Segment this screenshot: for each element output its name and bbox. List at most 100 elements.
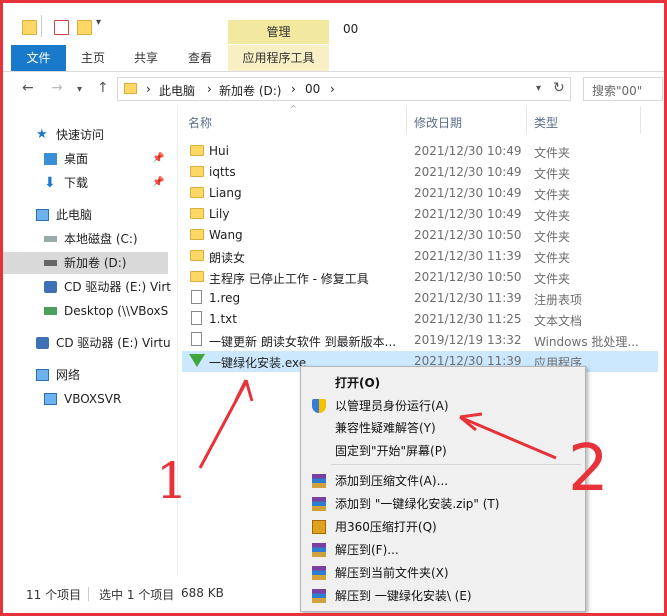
column-divider[interactable] — [640, 106, 641, 134]
sidebar-item-label: 桌面 — [64, 152, 89, 166]
breadcrumb-folder-00[interactable]: 00 — [305, 82, 320, 96]
pin-icon[interactable]: 📌 — [152, 172, 164, 194]
sidebar-item-this-pc[interactable]: 此电脑 — [12, 204, 180, 226]
file-name: 朗读女 — [209, 251, 246, 265]
winrar-icon — [312, 543, 326, 557]
file-name: Lily — [209, 207, 230, 221]
context-menu-item[interactable]: 固定到"开始"屏幕(P) — [301, 440, 585, 462]
sidebar-item-vboxsvr[interactable]: VBOXSVR — [12, 388, 180, 410]
up-icon[interactable]: ↑ — [97, 80, 109, 96]
sidebar-item-cd-drive-2[interactable]: CD 驱动器 (E:) Virtu — [12, 332, 180, 354]
tab-share[interactable]: 共享 — [126, 45, 166, 71]
refresh-icon[interactable]: ↻ — [553, 80, 565, 96]
context-menu-item[interactable]: 解压到(F)... — [301, 539, 585, 561]
properties-icon[interactable] — [54, 20, 69, 35]
sidebar-item-cd-drive[interactable]: CD 驱动器 (E:) Virt — [12, 276, 180, 298]
context-menu-item[interactable]: 添加到 "一键绿化安装.zip" (T) — [301, 493, 585, 515]
file-row[interactable]: 一键更新 朗读女软件 到最新版本... 2019/12/19 13:32 Windo… — [182, 330, 658, 351]
pin-icon[interactable]: 📌 — [152, 148, 164, 170]
folder-icon — [190, 166, 204, 177]
tab-manage[interactable]: 管理 — [228, 20, 329, 44]
folder-icon — [190, 271, 204, 282]
winrar-icon — [312, 589, 326, 603]
context-menu-item[interactable]: 兼容性疑难解答(Y) — [301, 417, 585, 439]
back-icon[interactable]: ← — [22, 80, 34, 96]
file-row[interactable]: 朗读女 2021/12/30 11:39 文件夹 — [182, 246, 658, 267]
sidebar-item-downloads[interactable]: ⬇ 下载 📌 — [12, 172, 180, 194]
sidebar-item-drive-d[interactable]: 新加卷 (D:) — [0, 252, 168, 274]
search-input[interactable]: 搜索"00" — [583, 77, 663, 101]
file-row[interactable]: 主程序 已停止工作 - 修复工具 2021/12/30 10:50 文件夹 — [182, 267, 658, 288]
sidebar-item-label: 下载 — [64, 176, 89, 190]
breadcrumb-separator: › — [146, 82, 151, 96]
file-row[interactable]: Wang 2021/12/30 10:50 文件夹 — [182, 225, 658, 246]
context-menu-item[interactable]: 用360压缩打开(Q) — [301, 516, 585, 538]
drive-icon — [44, 236, 57, 242]
file-row[interactable]: Hui 2021/12/30 10:49 文件夹 — [182, 141, 658, 162]
context-menu-item[interactable]: 添加到压缩文件(A)... — [301, 470, 585, 492]
chevron-down-icon[interactable]: ▾ — [96, 17, 101, 28]
tab-file[interactable]: 文件 — [11, 45, 66, 71]
column-header-date[interactable]: 修改日期 — [414, 114, 462, 131]
context-menu-item[interactable]: 打开(O) — [301, 372, 585, 394]
context-menu-item[interactable]: 解压到当前文件夹(X) — [301, 562, 585, 584]
network-drive-icon — [44, 307, 57, 315]
file-date: 2021/12/30 10:50 — [414, 228, 522, 242]
file-date: 2021/12/30 10:49 — [414, 165, 522, 179]
sort-up-icon: ^ — [290, 104, 297, 113]
file-type: Windows 批处理... — [534, 335, 639, 349]
sidebar-item-label: 此电脑 — [56, 208, 93, 222]
sidebar-item-desktop[interactable]: 桌面 📌 — [12, 148, 180, 170]
window-title: 00 — [343, 22, 359, 36]
folder-icon — [22, 20, 37, 35]
sidebar-item-label: Desktop (\\VBoxS — [64, 304, 169, 318]
sidebar-item-quick-access[interactable]: ★ 快速访问 — [12, 124, 180, 146]
reg-file-icon — [191, 290, 202, 304]
chevron-down-icon[interactable]: ▾ — [536, 83, 541, 94]
address-bar[interactable]: › 此电脑 › 新加卷 (D:) › 00 › ▾ ↻ — [117, 77, 571, 101]
file-row[interactable]: iqtts 2021/12/30 10:49 文件夹 — [182, 162, 658, 183]
context-menu-label: 固定到"开始"屏幕(P) — [335, 444, 447, 458]
tab-home[interactable]: 主页 — [73, 45, 113, 71]
file-row[interactable]: 1.reg 2021/12/30 11:39 注册表项 — [182, 288, 658, 309]
file-type: 文件夹 — [534, 272, 571, 286]
computer-icon — [44, 393, 57, 405]
file-type: 文件夹 — [534, 167, 571, 181]
context-menu: 打开(O) 以管理员身份运行(A) 兼容性疑难解答(Y) 固定到"开始"屏幕(P) 添加… — [300, 366, 586, 612]
chevron-down-icon[interactable]: ▾ — [77, 84, 82, 95]
tab-view[interactable]: 查看 — [180, 45, 220, 71]
sidebar-item-label: 新加卷 (D:) — [64, 256, 127, 270]
column-header-name[interactable]: 名称 — [188, 114, 212, 131]
file-row[interactable]: 1.txt 2021/12/30 11:25 文本文档 — [182, 309, 658, 330]
tab-application-tools[interactable]: 应用程序工具 — [228, 45, 329, 71]
file-row[interactable]: Liang 2021/12/30 10:49 文件夹 — [182, 183, 658, 204]
file-type: 文件夹 — [534, 188, 571, 202]
file-type: 文件夹 — [534, 146, 571, 160]
file-date: 2021/12/30 11:25 — [414, 312, 522, 326]
breadcrumb-this-pc[interactable]: 此电脑 — [159, 82, 195, 99]
shield-icon — [312, 399, 326, 413]
sidebar-item-network[interactable]: 网络 — [12, 364, 180, 386]
folder-icon — [190, 187, 204, 198]
zip-icon — [312, 520, 326, 534]
column-header-type[interactable]: 类型 — [534, 114, 558, 131]
file-date: 2019/12/19 13:32 — [414, 333, 522, 347]
file-row[interactable]: Lily 2021/12/30 10:49 文件夹 — [182, 204, 658, 225]
sidebar-item-network-desktop[interactable]: Desktop (\\VBoxS — [12, 300, 180, 322]
column-divider[interactable] — [406, 106, 407, 134]
file-date: 2021/12/30 10:49 — [414, 186, 522, 200]
sidebar-scrollbar[interactable] — [166, 110, 174, 530]
context-menu-item[interactable]: 解压到 一键绿化安装\ (E) — [301, 585, 585, 607]
sidebar-item-drive-c[interactable]: 本地磁盘 (C:) — [12, 228, 180, 250]
drive-icon — [44, 260, 57, 266]
breadcrumb-drive-d[interactable]: 新加卷 (D:) — [219, 82, 281, 99]
winrar-icon — [312, 474, 326, 488]
new-folder-icon[interactable] — [77, 20, 92, 35]
cd-icon — [44, 281, 57, 293]
star-icon: ★ — [36, 127, 48, 142]
context-menu-label: 添加到压缩文件(A)... — [335, 474, 449, 488]
context-menu-item[interactable]: 以管理员身份运行(A) — [301, 395, 585, 417]
file-name: iqtts — [209, 165, 236, 179]
column-divider[interactable] — [526, 106, 527, 134]
forward-icon[interactable]: → — [51, 80, 63, 96]
